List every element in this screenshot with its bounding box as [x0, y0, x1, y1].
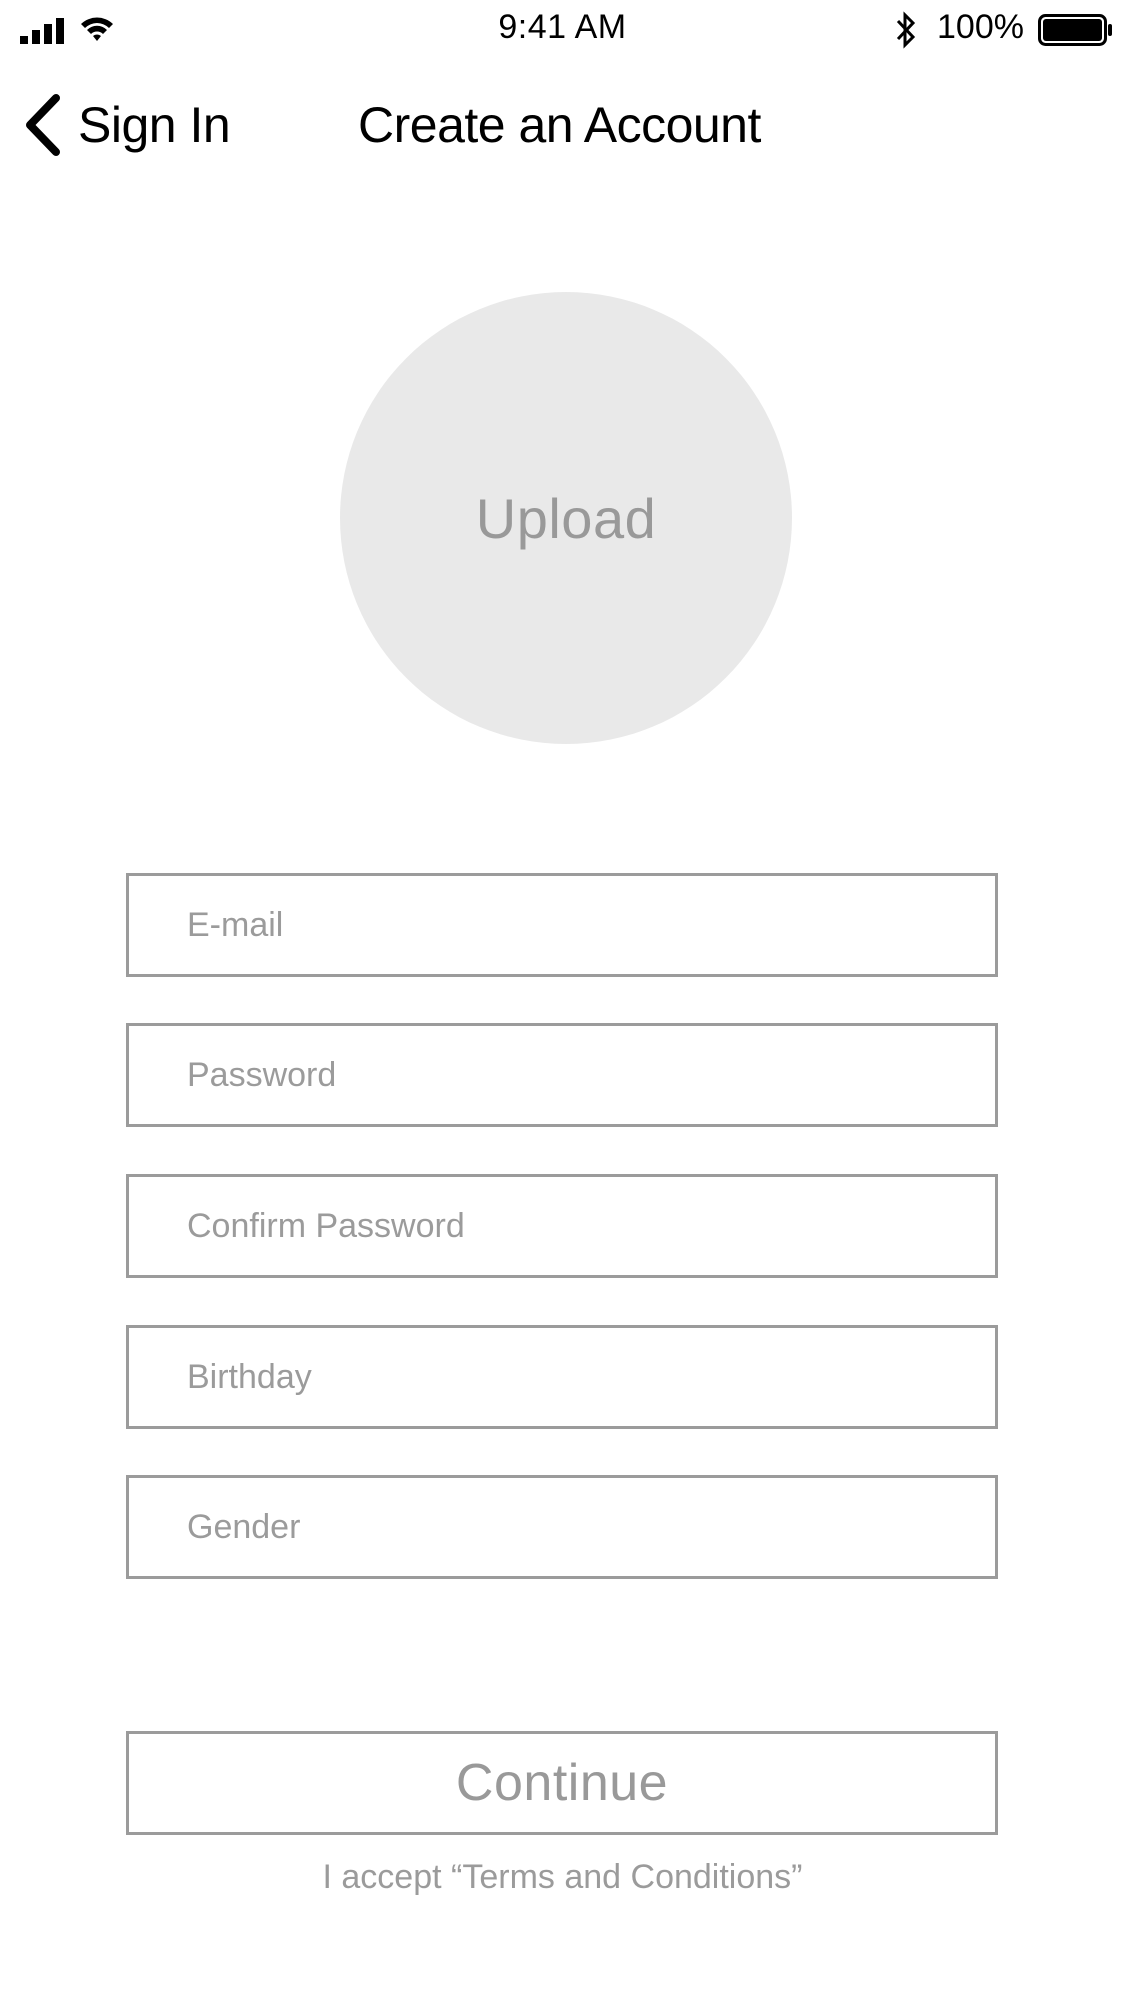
upload-label: Upload	[475, 486, 657, 550]
continue-button[interactable]: Continue	[126, 1731, 998, 1835]
email-field-container	[126, 873, 998, 977]
chevron-left-icon	[26, 94, 60, 156]
birthday-field-container	[126, 1325, 998, 1429]
back-label: Sign In	[78, 97, 231, 153]
email-field[interactable]	[129, 876, 995, 974]
status-bar: 9:41 AM 100%	[0, 0, 1125, 60]
battery-icon	[1038, 14, 1112, 46]
gender-field[interactable]	[129, 1478, 995, 1576]
bluetooth-icon	[896, 11, 916, 49]
gender-field-container	[126, 1475, 998, 1579]
confirm-password-field[interactable]	[129, 1177, 995, 1275]
birthday-field[interactable]	[129, 1328, 995, 1426]
terms-and-conditions-link[interactable]: I accept “Terms and Conditions”	[0, 1858, 1125, 1897]
avatar-upload-button[interactable]: Upload	[340, 292, 792, 744]
confirm-password-field-container	[126, 1174, 998, 1278]
navigation-bar: Sign In Create an Account	[0, 80, 1125, 170]
battery-percent: 100%	[937, 8, 1024, 46]
password-field-container	[126, 1023, 998, 1127]
password-field[interactable]	[129, 1026, 995, 1124]
back-button[interactable]: Sign In	[20, 80, 231, 170]
page-title: Create an Account	[358, 97, 761, 153]
